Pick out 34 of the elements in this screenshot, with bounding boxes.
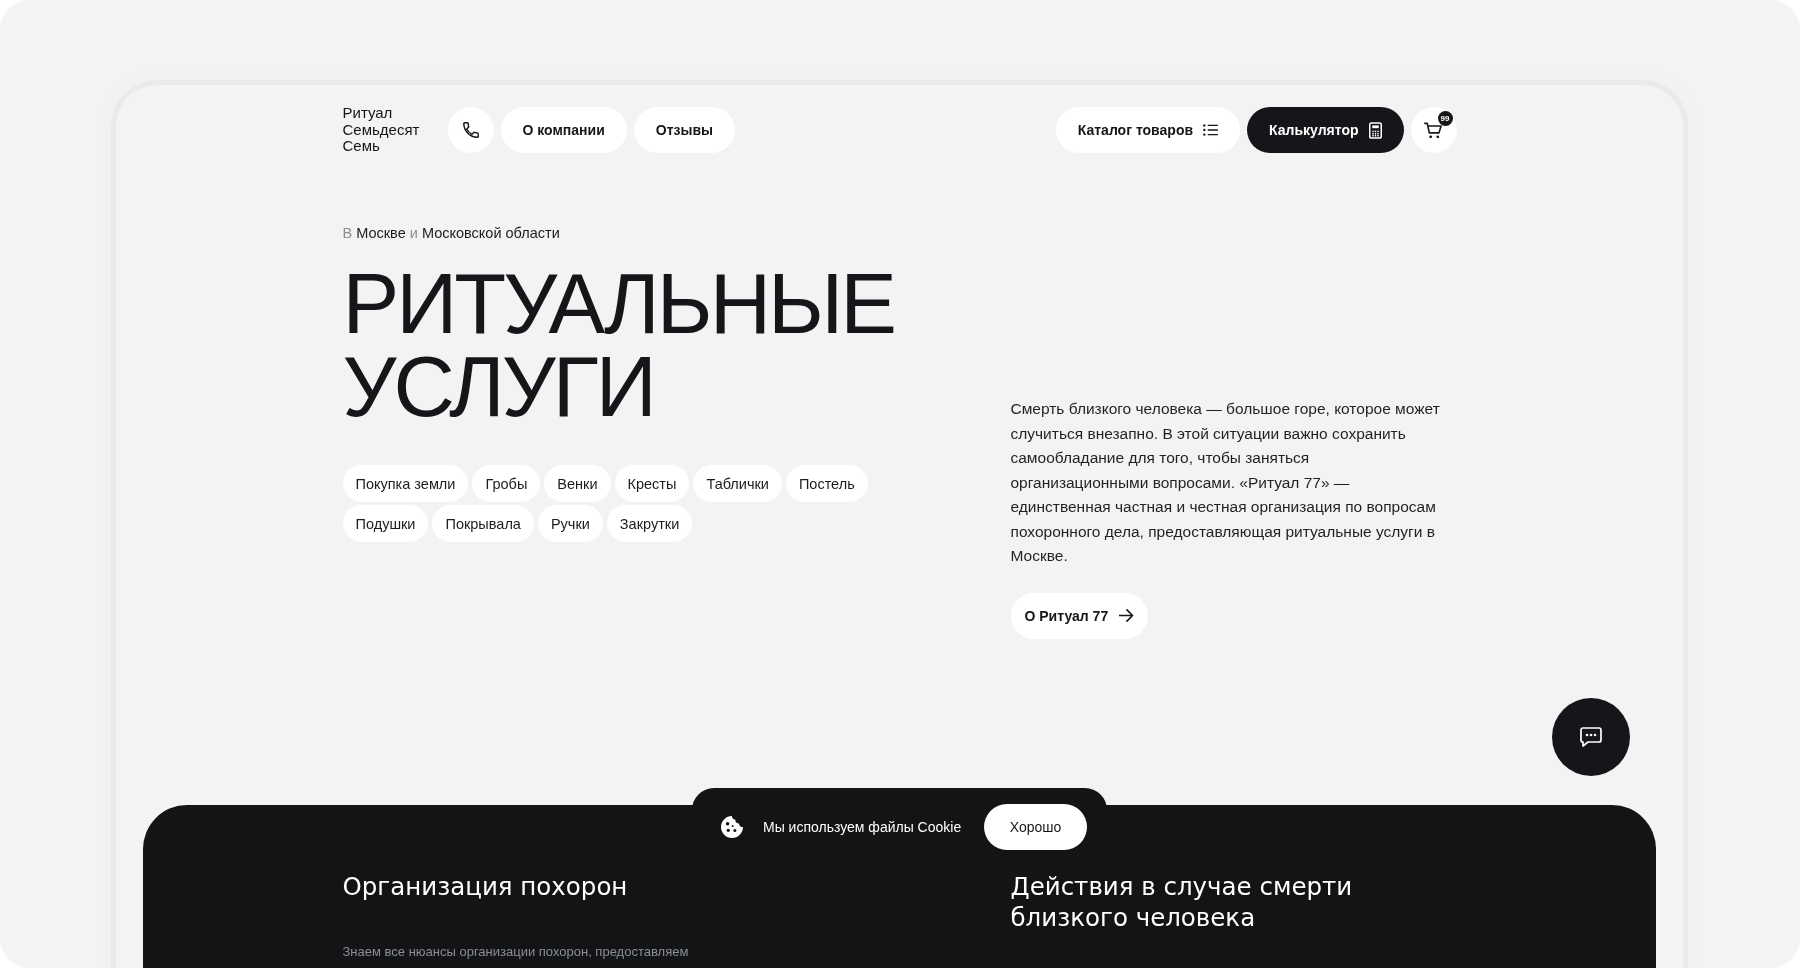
chat-icon [1580, 727, 1602, 747]
nav-button[interactable]: Отзывы [633, 107, 735, 153]
category-chip[interactable]: Постель [785, 465, 868, 502]
hero-title: РИТУАЛЬНЫЕ УСЛУГИ [342, 262, 895, 428]
category-chip[interactable]: Покупка земли [342, 465, 469, 502]
logo-text[interactable]: Ритуал Семьдесят Семь [342, 105, 420, 155]
category-chip[interactable]: Гробы [472, 465, 541, 502]
accept-button[interactable]: Хорошо [984, 804, 1087, 850]
count-badge: 99 [1437, 111, 1453, 126]
category-chip[interactable]: Покрывала [432, 505, 534, 542]
cart-button[interactable]: 99 [1410, 107, 1457, 153]
category-chip[interactable]: Ручки [537, 505, 603, 542]
nav-button[interactable]: О компании [500, 107, 627, 153]
phone-icon [462, 122, 479, 138]
cookie-text: Мы используем файлы Cookie [763, 819, 963, 835]
category-chip[interactable]: Венки [544, 465, 611, 502]
calculator-button[interactable]: Калькулятор [1247, 107, 1404, 153]
phone-button[interactable] [447, 107, 494, 153]
category-chip[interactable]: Подушки [342, 505, 429, 542]
category-chip[interactable]: Таблички [693, 465, 782, 502]
section-text: Знаем все нюансы организации похорон, предоставляем [342, 943, 690, 960]
description-text: Смерть близкого человека — большое горе, которое может случиться внезапно. В этой ситуации важно сохранить самообладание для того, чтобы заняться организационными вопросами. «Ритуал 77» — единственная частная и честная организация по вопросам похоронного дела, предоставляющая ритуальные услуги в Москве. [1010, 399, 1441, 566]
calculator-icon [1368, 121, 1382, 139]
catalog-button[interactable]: Каталог товаров [1055, 107, 1241, 153]
section-title: Действия в случае смерти близкого человека [1010, 870, 1354, 933]
about-button[interactable]: О Ритуал 77 [1010, 592, 1149, 639]
category-chip[interactable]: Кресты [614, 465, 690, 502]
category-chip[interactable]: Закрутки [606, 505, 693, 542]
list-icon [1203, 124, 1219, 136]
section-title: Организация похорон [342, 870, 629, 902]
cart-icon [1424, 121, 1443, 139]
region-text: В Москве и Московской области [342, 224, 561, 242]
cookie-icon [721, 816, 743, 838]
arrow-right-icon [1119, 609, 1135, 622]
